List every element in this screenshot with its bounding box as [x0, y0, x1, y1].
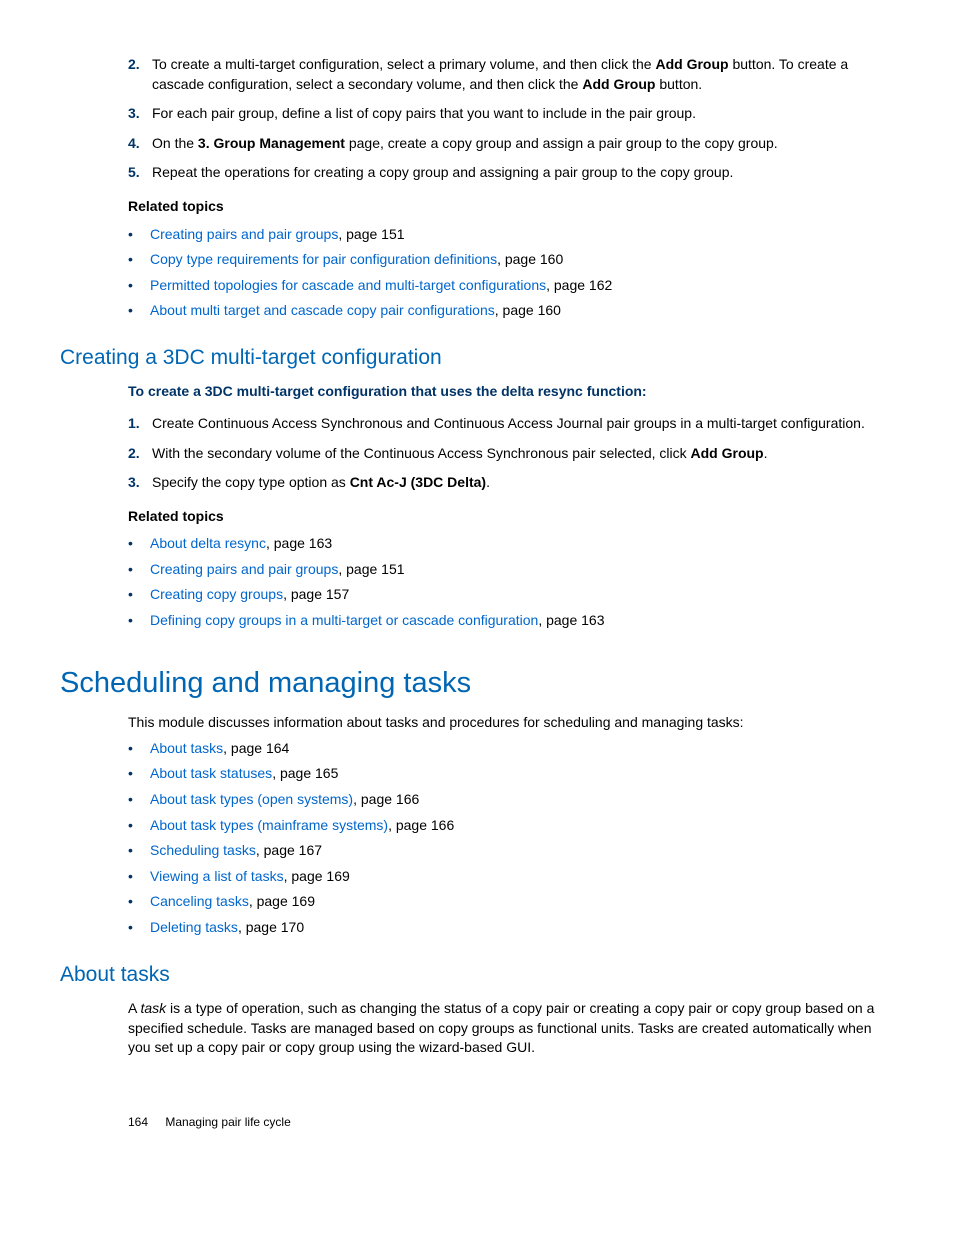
page-reference: , page 170: [238, 919, 304, 935]
topic-link[interactable]: Creating copy groups: [150, 586, 283, 602]
topic-link[interactable]: About tasks: [150, 740, 223, 756]
page-reference: , page 169: [249, 893, 315, 909]
about-tasks-body: A task is a type of operation, such as c…: [128, 999, 894, 1058]
topic-link[interactable]: Deleting tasks: [150, 919, 238, 935]
step-text: Specify the copy type option as Cnt Ac-J…: [152, 473, 894, 493]
page-number: 164: [128, 1115, 148, 1129]
topic-link[interactable]: About task statuses: [150, 765, 272, 781]
topic-link[interactable]: Viewing a list of tasks: [150, 868, 284, 884]
intro-paragraph: This module discusses information about …: [128, 713, 894, 733]
step-text: On the 3. Group Management page, create …: [152, 134, 894, 154]
step-item: 2.To create a multi-target configuration…: [128, 55, 894, 94]
step-item: 1.Create Continuous Access Synchronous a…: [128, 414, 894, 434]
list-item: Creating pairs and pair groups, page 151: [128, 225, 894, 245]
step-number: 3.: [128, 473, 152, 493]
page-reference: , page 160: [495, 302, 561, 318]
step-item: 3.Specify the copy type option as Cnt Ac…: [128, 473, 894, 493]
step-number: 4.: [128, 134, 152, 154]
step-number: 3.: [128, 104, 152, 124]
page-reference: , page 160: [497, 251, 563, 267]
step-item: 5.Repeat the operations for creating a c…: [128, 163, 894, 183]
topic-link[interactable]: About task types (mainframe systems): [150, 817, 388, 833]
step-text: With the secondary volume of the Continu…: [152, 444, 894, 464]
list-item: Defining copy groups in a multi-target o…: [128, 611, 894, 631]
page-reference: , page 151: [338, 226, 404, 242]
section-3dc-body: To create a 3DC multi-target configurati…: [128, 382, 894, 630]
list-item: Creating copy groups, page 157: [128, 585, 894, 605]
step-number: 2.: [128, 55, 152, 94]
step-item: 4.On the 3. Group Management page, creat…: [128, 134, 894, 154]
related-topics-heading: Related topics: [128, 507, 894, 527]
list-item: Copy type requirements for pair configur…: [128, 250, 894, 270]
section-heading-about-tasks: About tasks: [60, 960, 894, 989]
page-reference: , page 166: [353, 791, 419, 807]
topic-link[interactable]: Scheduling tasks: [150, 842, 256, 858]
step-number: 1.: [128, 414, 152, 434]
page-reference: , page 163: [266, 535, 332, 551]
list-item: About multi target and cascade copy pair…: [128, 301, 894, 321]
page-reference: , page 157: [283, 586, 349, 602]
page-reference: , page 166: [388, 817, 454, 833]
list-item: About delta resync, page 163: [128, 534, 894, 554]
topic-link[interactable]: Permitted topologies for cascade and mul…: [150, 277, 546, 293]
intro-procedure-line: To create a 3DC multi-target configurati…: [128, 382, 894, 402]
chapter-title: Managing pair life cycle: [165, 1115, 290, 1129]
section-heading-3dc: Creating a 3DC multi-target configuratio…: [60, 343, 894, 372]
numbered-list: 1.Create Continuous Access Synchronous a…: [128, 414, 894, 493]
list-item: About task statuses, page 165: [128, 764, 894, 784]
step-number: 2.: [128, 444, 152, 464]
related-topics-heading: Related topics: [128, 197, 894, 217]
topic-link[interactable]: Creating pairs and pair groups: [150, 561, 338, 577]
body-paragraph: A task is a type of operation, such as c…: [128, 999, 894, 1058]
list-item: Canceling tasks, page 169: [128, 892, 894, 912]
topic-links-list: About tasks, page 164 About task statuses…: [128, 739, 894, 938]
section-heading-scheduling: Scheduling and managing tasks: [60, 663, 894, 704]
list-item: Deleting tasks, page 170: [128, 918, 894, 938]
page-reference: , page 162: [546, 277, 612, 293]
list-item: About tasks, page 164: [128, 739, 894, 759]
topic-link[interactable]: Creating pairs and pair groups: [150, 226, 338, 242]
step-text: To create a multi-target configuration, …: [152, 55, 894, 94]
page-reference: , page 169: [284, 868, 350, 884]
step-text: Create Continuous Access Synchronous and…: [152, 414, 894, 434]
topic-link[interactable]: Canceling tasks: [150, 893, 249, 909]
topic-link[interactable]: Copy type requirements for pair configur…: [150, 251, 497, 267]
step-text: Repeat the operations for creating a cop…: [152, 163, 894, 183]
related-topics-list: About delta resync, page 163Creating pai…: [128, 534, 894, 630]
related-topics-list: Creating pairs and pair groups, page 151…: [128, 225, 894, 321]
page-reference: , page 167: [256, 842, 322, 858]
step-item: 3.For each pair group, define a list of …: [128, 104, 894, 124]
list-item: About task types (open systems), page 16…: [128, 790, 894, 810]
topic-link[interactable]: About multi target and cascade copy pair…: [150, 302, 495, 318]
list-item: Permitted topologies for cascade and mul…: [128, 276, 894, 296]
list-item: Scheduling tasks, page 167: [128, 841, 894, 861]
topic-link[interactable]: About task types (open systems): [150, 791, 353, 807]
top-steps-block: 2.To create a multi-target configuration…: [128, 55, 894, 321]
page-reference: , page 151: [338, 561, 404, 577]
step-text: For each pair group, define a list of co…: [152, 104, 894, 124]
numbered-list: 2.To create a multi-target configuration…: [128, 55, 894, 183]
list-item: Creating pairs and pair groups, page 151: [128, 560, 894, 580]
list-item: About task types (mainframe systems), pa…: [128, 816, 894, 836]
page-reference: , page 165: [272, 765, 338, 781]
page-reference: , page 164: [223, 740, 289, 756]
topic-link[interactable]: Defining copy groups in a multi-target o…: [150, 612, 538, 628]
step-item: 2.With the secondary volume of the Conti…: [128, 444, 894, 464]
list-item: Viewing a list of tasks, page 169: [128, 867, 894, 887]
topic-link[interactable]: About delta resync: [150, 535, 266, 551]
section-scdeduling-body: This module discusses information about …: [128, 713, 894, 937]
step-number: 5.: [128, 163, 152, 183]
page-reference: , page 163: [538, 612, 604, 628]
page-footer: 164 Managing pair life cycle: [60, 1114, 894, 1131]
